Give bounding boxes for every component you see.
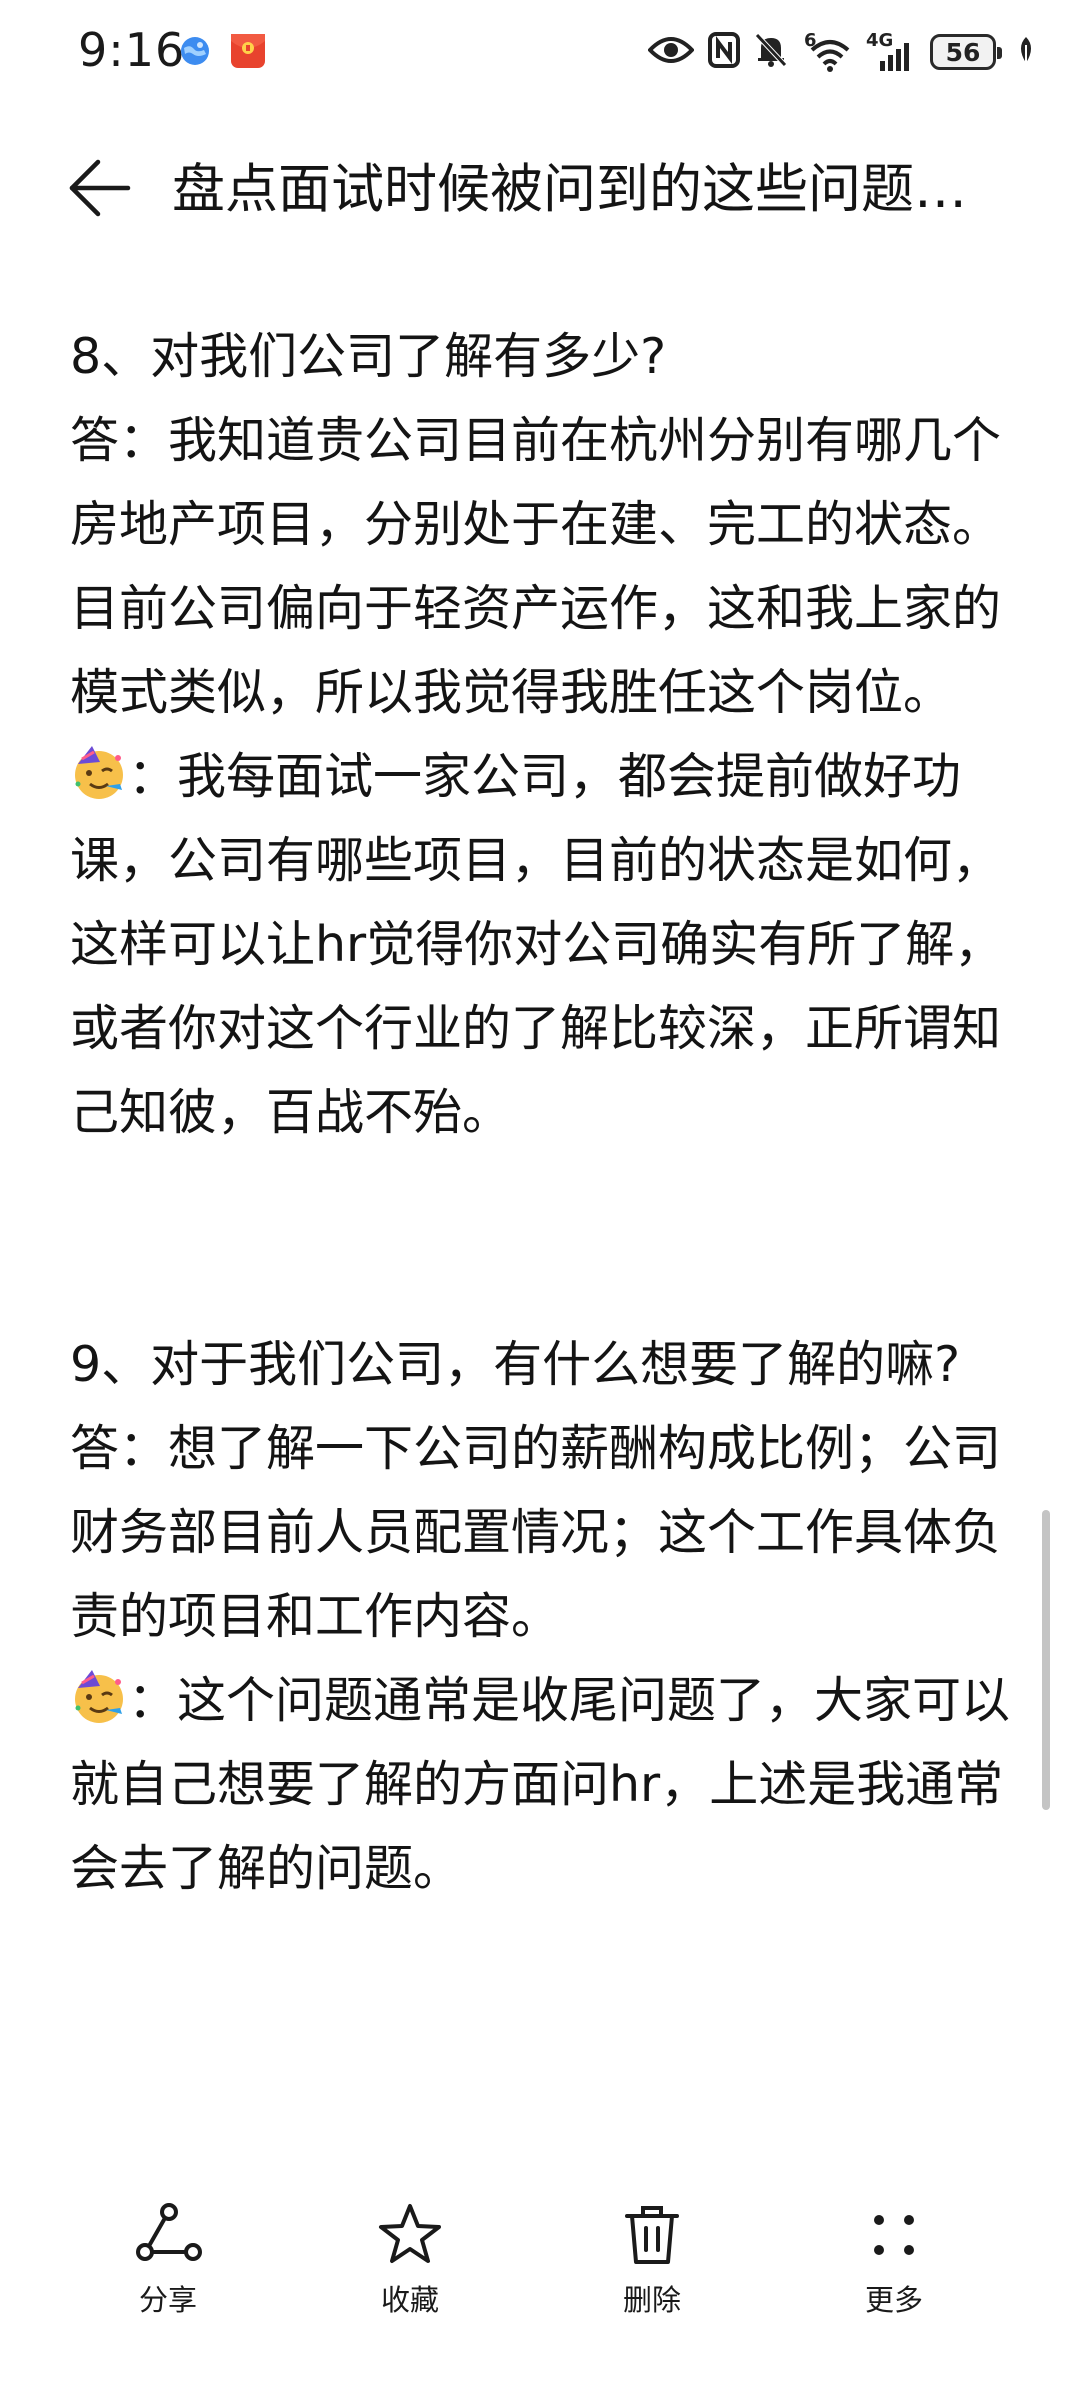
red-packet-app-icon [230, 33, 266, 73]
browser-globe-icon [180, 36, 210, 70]
tip-8: ：我每面试一家公司，都会提前做好功课，公司有哪些项目，目前的状态是如何，这样可以… [70, 735, 1020, 1155]
trash-icon [617, 2200, 687, 2274]
answer-9: 答：想了解一下公司的薪酬构成比例；公司财务部目前人员配置情况；这个工作具体负责的… [70, 1420, 1002, 1645]
share-label: 分享 [138, 2283, 197, 2317]
question-8: 8、对我们公司了解有多少? [70, 328, 667, 385]
wifi-6-icon: 6 [802, 32, 852, 72]
share-icon [133, 2200, 203, 2274]
more-button[interactable]: 更多 [814, 2200, 974, 2318]
favorite-label: 收藏 [380, 2283, 439, 2317]
back-arrow-icon[interactable] [66, 158, 132, 218]
star-icon [375, 2200, 445, 2274]
leaf-icon [1016, 35, 1036, 69]
delete-button[interactable]: 删除 [572, 2200, 732, 2318]
status-right-icons: 6 4G 56 [647, 28, 1036, 76]
tip-9-text: ：这个问题通常是收尾问题了，大家可以就自己想要了解的方面问hr，上述是我通常会去… [70, 1672, 1011, 1897]
scrollbar-thumb[interactable] [1042, 1510, 1050, 1810]
note-content: 8、对我们公司了解有多少? 答：我知道贵公司目前在杭州分别有哪几个房地产项目，分… [70, 315, 1020, 1911]
delete-label: 删除 [622, 2283, 681, 2317]
question-9: 9、对于我们公司，有什么想要了解的嘛? [70, 1336, 961, 1393]
favorite-button[interactable]: 收藏 [330, 2200, 490, 2318]
bottom-toolbar: 分享 收藏 删除 更多 [0, 2200, 1080, 2390]
status-bar: 9:16 6 4G 56 [0, 0, 1080, 105]
page-title: 盘点面试时候被问到的这些问题… [172, 159, 967, 220]
status-left-icons [180, 33, 266, 73]
party-face-emoji-icon [70, 744, 128, 802]
tip-9: ：这个问题通常是收尾问题了，大家可以就自己想要了解的方面问hr，上述是我通常会去… [70, 1659, 1020, 1911]
share-button[interactable]: 分享 [88, 2200, 248, 2318]
cellular-4g-icon: 4G [866, 32, 916, 72]
tip-8-text: ：我每面试一家公司，都会提前做好功课，公司有哪些项目，目前的状态是如何，这样可以… [70, 748, 1004, 1141]
eye-icon [647, 34, 695, 70]
answer-8: 答：我知道贵公司目前在杭州分别有哪几个房地产项目，分别处于在建、完工的状态。目前… [70, 412, 1002, 721]
party-face-emoji-icon [70, 1668, 128, 1726]
more-label: 更多 [864, 2283, 923, 2317]
mute-bell-icon [754, 32, 788, 72]
status-time: 9:16 [78, 23, 186, 77]
battery-icon: 56 [930, 34, 1002, 70]
nfc-icon [708, 32, 740, 72]
header: 盘点面试时候被问到的这些问题… [0, 120, 1080, 250]
more-dots-icon [859, 2200, 929, 2274]
battery-level: 56 [945, 37, 981, 67]
